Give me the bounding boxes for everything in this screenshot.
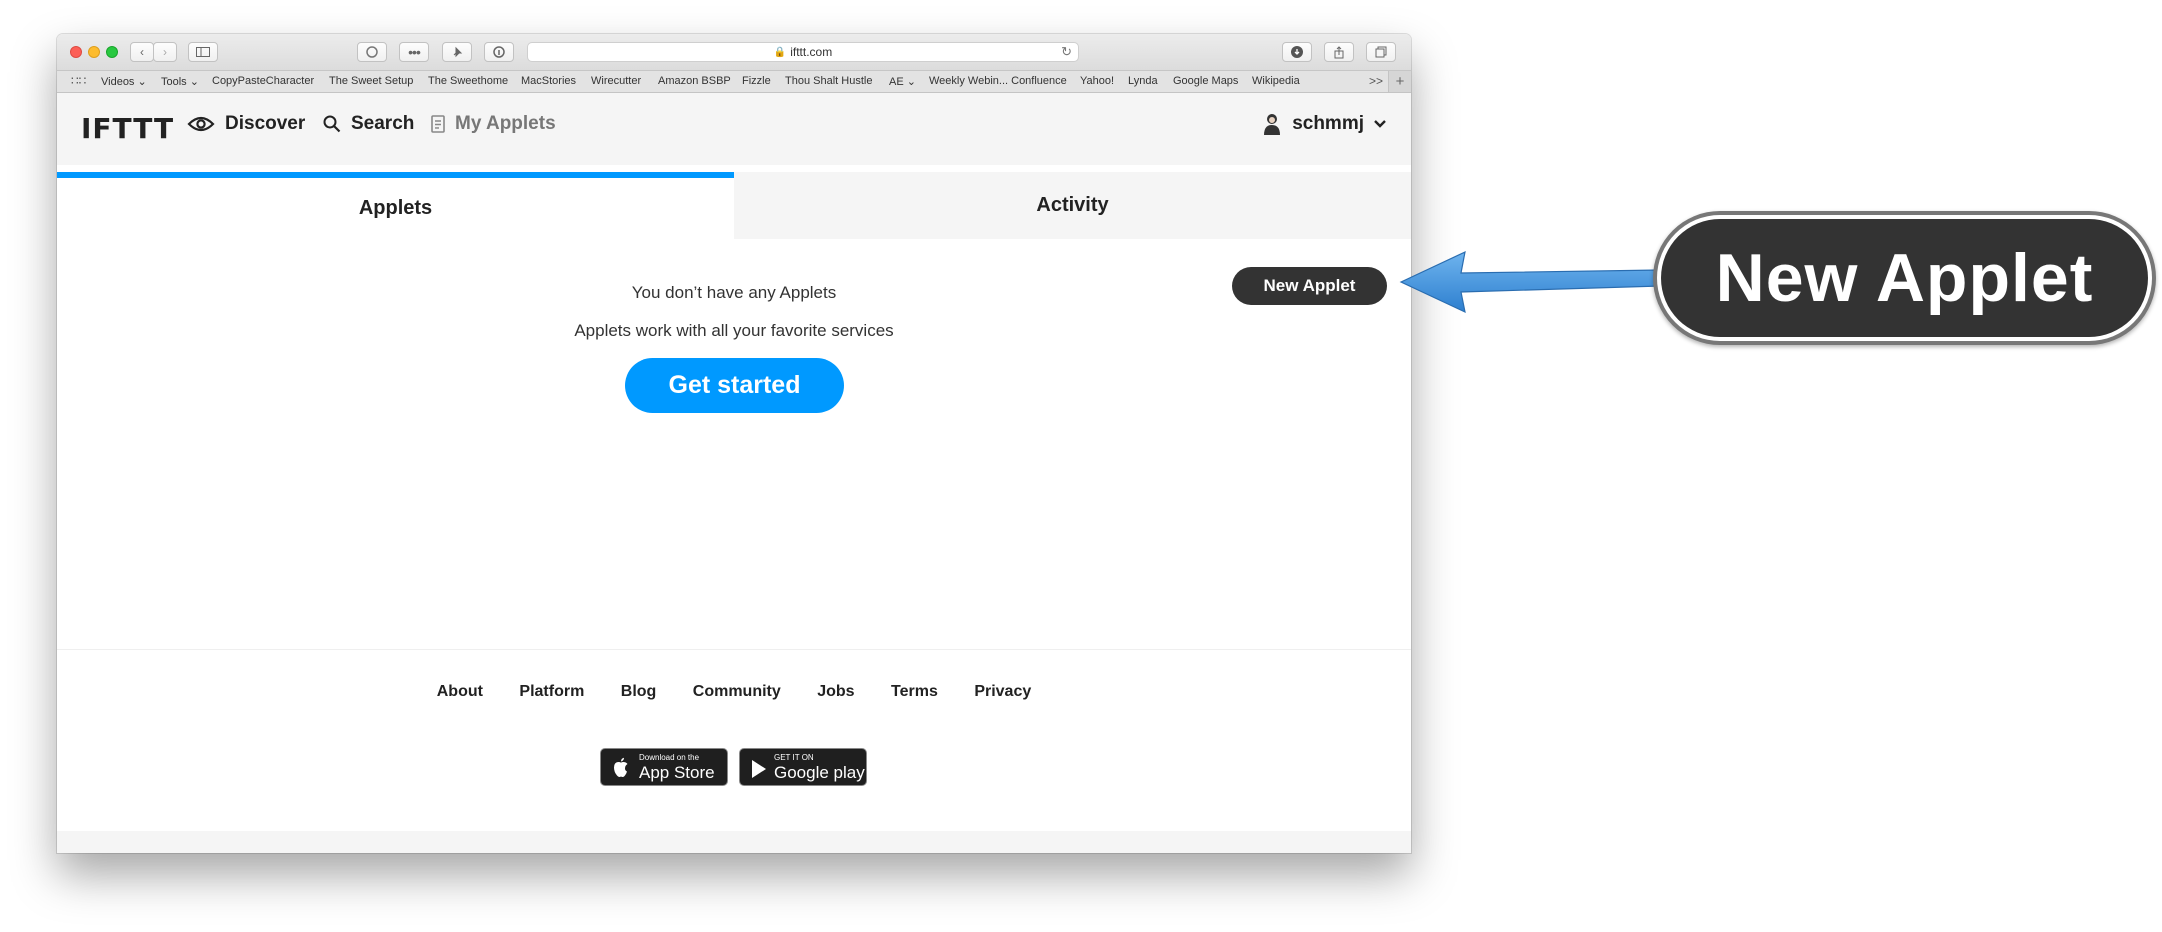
nav-my-applets-label: My Applets	[455, 113, 556, 134]
new-tab-button[interactable]: +	[1388, 71, 1411, 92]
bookmark-tools[interactable]: Tools ⌄	[161, 75, 199, 88]
user-menu[interactable]: schmmj	[1263, 113, 1387, 135]
play-icon	[752, 760, 766, 778]
tabs-overview-button[interactable]	[1366, 42, 1396, 62]
apple-icon	[614, 757, 628, 777]
app-store-badge[interactable]: Download on the App Store	[600, 748, 728, 786]
google-play-badge[interactable]: GET IT ON Google play	[739, 748, 867, 786]
bookmark-thou-shalt-hustle[interactable]: Thou Shalt Hustle	[785, 75, 872, 87]
lock-icon: 🔒	[773, 46, 787, 58]
username: schmmj	[1292, 113, 1364, 134]
info-icon	[493, 46, 505, 58]
bookmark-the-sweet-setup[interactable]: The Sweet Setup	[329, 75, 413, 87]
footer-link-terms[interactable]: Terms	[891, 683, 938, 700]
download-icon	[1291, 46, 1303, 58]
tabs-icon	[1375, 46, 1387, 58]
google-play-big-text: Google play	[774, 763, 865, 782]
eye-icon	[187, 116, 215, 132]
url-text: ifttt.com	[790, 45, 833, 59]
search-icon	[323, 115, 341, 133]
tab-applets[interactable]: Applets	[57, 172, 734, 239]
bookmark-fizzle[interactable]: Fizzle	[742, 75, 771, 87]
nav-search-label: Search	[351, 113, 415, 134]
pin-icon	[453, 46, 463, 58]
new-applet-callout: New Applet	[1653, 211, 2156, 345]
google-play-small-text: GET IT ON	[774, 753, 814, 762]
chevron-down-icon	[1374, 120, 1386, 128]
footer-bottom-band	[57, 831, 1411, 853]
share-button[interactable]	[1324, 42, 1354, 62]
bookmark-wikipedia[interactable]: Wikipedia	[1252, 75, 1300, 87]
grid-icon[interactable]: ∷∷	[71, 74, 86, 88]
empty-state-subtitle: Applets work with all your favorite serv…	[574, 321, 894, 340]
browser-window: ‹ › ••• 🔒 ifttt.com ↻ ∷∷ Videos ⌄ Tools …	[57, 34, 1411, 853]
pin-button[interactable]	[442, 42, 472, 62]
site-header: IFTTT Discover Search My Applets schmmj	[57, 93, 1411, 165]
footer-link-community[interactable]: Community	[693, 683, 781, 700]
bookmark-lynda[interactable]: Lynda	[1128, 75, 1158, 87]
swirl-icon	[366, 46, 378, 58]
bookmark-yahoo[interactable]: Yahoo!	[1080, 75, 1114, 87]
bookmark-macstories[interactable]: MacStories	[521, 75, 576, 87]
nav-my-applets[interactable]: My Applets	[431, 113, 556, 135]
document-icon	[431, 115, 445, 133]
nav-discover[interactable]: Discover	[187, 113, 305, 135]
close-window-button[interactable]	[70, 46, 82, 58]
bookmark-wirecutter[interactable]: Wirecutter	[591, 75, 641, 87]
more-bookmarks-button[interactable]: >>	[1369, 74, 1383, 88]
nav-discover-label: Discover	[225, 113, 306, 134]
nav-search[interactable]: Search	[323, 113, 414, 135]
app-store-small-text: Download on the	[639, 753, 700, 762]
password-manager-button[interactable]	[484, 42, 514, 62]
minimize-window-button[interactable]	[88, 46, 100, 58]
back-button[interactable]: ‹	[130, 42, 154, 62]
bookmark-google-maps[interactable]: Google Maps	[1173, 75, 1238, 87]
avatar	[1264, 114, 1281, 135]
app-store-big-text: App Store	[639, 763, 715, 782]
footer-divider	[57, 649, 1411, 650]
callout-label: New Applet	[1661, 219, 2148, 337]
sidebar-icon	[196, 47, 210, 57]
downloads-button[interactable]	[1282, 42, 1312, 62]
footer-link-about[interactable]: About	[437, 683, 483, 700]
zoom-window-button[interactable]	[106, 46, 118, 58]
ifttt-logo[interactable]: IFTTT	[81, 112, 174, 145]
get-started-button[interactable]: Get started	[625, 358, 844, 413]
address-bar[interactable]: 🔒 ifttt.com ↻	[527, 42, 1079, 62]
reload-icon[interactable]: ↻	[1061, 44, 1072, 60]
forward-button[interactable]: ›	[153, 42, 177, 62]
extension-button[interactable]	[357, 42, 387, 62]
bookmarks-bar: ∷∷ Videos ⌄ Tools ⌄ CopyPasteCharacter T…	[57, 71, 1411, 93]
bookmark-videos[interactable]: Videos ⌄	[101, 75, 147, 88]
footer-links: About Platform Blog Community Jobs Terms…	[57, 683, 1411, 701]
footer-link-blog[interactable]: Blog	[621, 683, 657, 700]
callout-ring: New Applet	[1657, 215, 2152, 341]
share-icon	[1334, 45, 1344, 58]
footer-link-jobs[interactable]: Jobs	[817, 683, 854, 700]
bookmark-ae[interactable]: AE ⌄	[889, 75, 916, 88]
bookmark-the-sweethome[interactable]: The Sweethome	[428, 75, 508, 87]
sidebar-toggle-button[interactable]	[188, 42, 218, 62]
more-extensions-button[interactable]: •••	[399, 42, 429, 62]
bookmark-weekly-webinar-confluence[interactable]: Weekly Webin... Confluence	[929, 75, 1067, 87]
bookmark-copypastecharacter[interactable]: CopyPasteCharacter	[212, 75, 314, 87]
tab-activity[interactable]: Activity	[734, 172, 1411, 239]
footer-link-privacy[interactable]: Privacy	[974, 683, 1031, 700]
footer-link-platform[interactable]: Platform	[519, 683, 584, 700]
empty-state-title: You don’t have any Applets	[631, 283, 837, 302]
applets-tabs: Applets Activity	[57, 172, 1411, 239]
title-bar: ‹ › ••• 🔒 ifttt.com ↻	[57, 34, 1411, 71]
bookmark-amazon-bsbp[interactable]: Amazon BSBP	[658, 75, 731, 87]
callout-arrow	[1399, 250, 1661, 314]
